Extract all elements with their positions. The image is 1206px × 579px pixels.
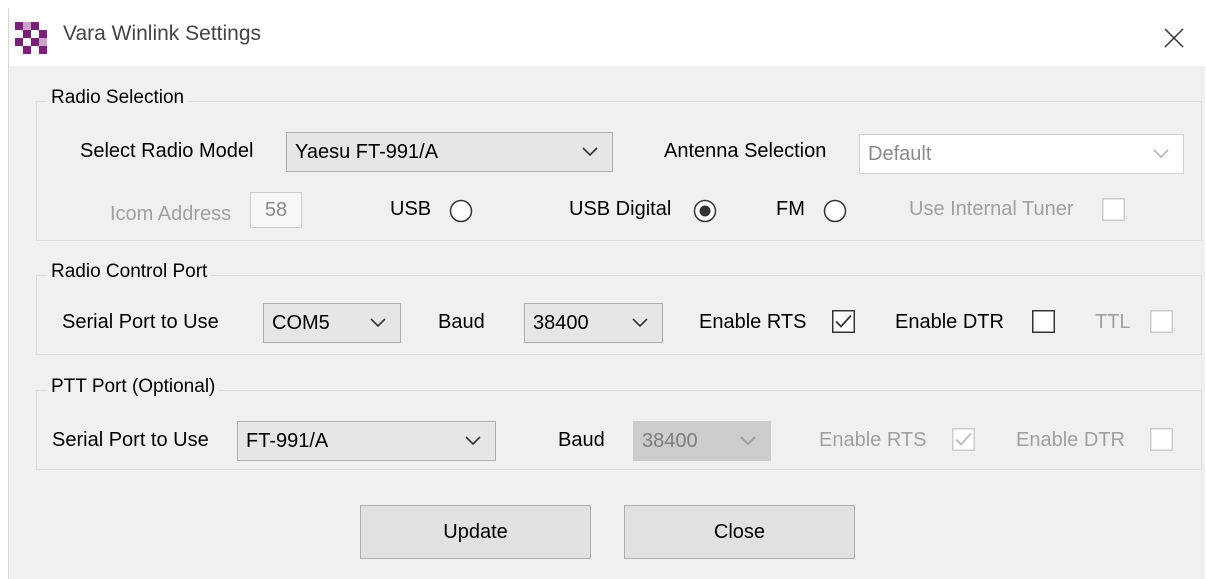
enable-dtr-checkbox[interactable] xyxy=(1032,310,1055,333)
window-title: Vara Winlink Settings xyxy=(63,22,262,45)
enable-rts-checkbox[interactable] xyxy=(832,310,855,333)
serial-port-value: COM5 xyxy=(272,312,330,334)
radio-selection-group: Radio Selection Select Radio Model Yaesu… xyxy=(36,87,1202,241)
ptt-enable-rts-label: Enable RTS xyxy=(819,429,927,451)
settings-window: Vara Winlink Settings Radio Selection Se… xyxy=(8,8,1205,579)
baud-value: 38400 xyxy=(533,312,589,334)
radio-model-value: Yaesu FT-991/A xyxy=(295,141,439,163)
serial-port-label: Serial Port to Use xyxy=(62,311,219,333)
serial-port-select[interactable]: COM5 xyxy=(263,303,401,343)
ptt-enable-dtr-label: Enable DTR xyxy=(1016,429,1125,451)
radio-control-port-title: Radio Control Port xyxy=(47,261,212,283)
antenna-select[interactable]: Default xyxy=(859,134,1184,174)
update-button[interactable]: Update xyxy=(360,505,591,559)
ptt-serial-port-select[interactable]: FT-991/A xyxy=(237,421,496,461)
ptt-port-title: PTT Port (Optional) xyxy=(47,376,220,398)
radio-control-port-group: Radio Control Port Serial Port to Use CO… xyxy=(36,261,1202,355)
ptt-serial-port-value: FT-991/A xyxy=(246,430,329,452)
fm-radio-label: FM xyxy=(776,198,805,220)
usb-digital-radio-label: USB Digital xyxy=(569,198,672,220)
ptt-serial-port-label: Serial Port to Use xyxy=(52,429,209,451)
title-bar[interactable]: Vara Winlink Settings xyxy=(9,8,1205,66)
select-radio-model-label: Select Radio Model xyxy=(80,140,254,162)
ptt-baud-value: 38400 xyxy=(642,430,698,452)
radio-selection-title: Radio Selection xyxy=(47,87,189,109)
enable-dtr-label: Enable DTR xyxy=(895,311,1004,333)
close-button[interactable]: Close xyxy=(624,505,855,559)
baud-select[interactable]: 38400 xyxy=(524,303,663,343)
ptt-enable-dtr-checkbox[interactable] xyxy=(1150,428,1173,451)
icom-address-field[interactable]: 58 xyxy=(250,192,302,228)
enable-rts-label: Enable RTS xyxy=(699,311,807,333)
antenna-value: Default xyxy=(868,143,932,165)
icom-address-label: Icom Address xyxy=(110,203,232,225)
ttl-label: TTL xyxy=(1095,311,1131,333)
fm-radio-button[interactable] xyxy=(823,199,847,223)
chevron-down-icon xyxy=(370,318,386,328)
icom-address-value: 58 xyxy=(264,199,288,221)
update-button-label: Update xyxy=(443,520,508,543)
baud-label: Baud xyxy=(438,311,485,333)
chevron-down-icon xyxy=(740,436,756,446)
ptt-baud-label: Baud xyxy=(558,429,605,451)
app-checkerboard-icon xyxy=(15,22,47,54)
internal-tuner-label: Use Internal Tuner xyxy=(909,198,1074,220)
chevron-down-icon xyxy=(582,147,598,157)
usb-radio-label: USB xyxy=(390,198,432,220)
ptt-enable-rts-checkbox[interactable] xyxy=(952,428,975,451)
ptt-baud-select[interactable]: 38400 xyxy=(633,421,771,461)
chevron-down-icon xyxy=(465,436,481,446)
ptt-port-group: PTT Port (Optional) Serial Port to Use F… xyxy=(36,376,1202,470)
usb-digital-radio-button[interactable] xyxy=(693,199,717,223)
close-window-icon[interactable] xyxy=(1157,21,1191,55)
radio-model-select[interactable]: Yaesu FT-991/A xyxy=(286,132,613,172)
chevron-down-icon xyxy=(1153,149,1169,158)
antenna-selection-label: Antenna Selection xyxy=(664,140,827,162)
ttl-checkbox[interactable] xyxy=(1150,310,1173,333)
internal-tuner-checkbox[interactable] xyxy=(1102,198,1125,221)
usb-radio-button[interactable] xyxy=(449,199,473,223)
chevron-down-icon xyxy=(632,318,648,328)
close-button-label: Close xyxy=(713,520,766,543)
